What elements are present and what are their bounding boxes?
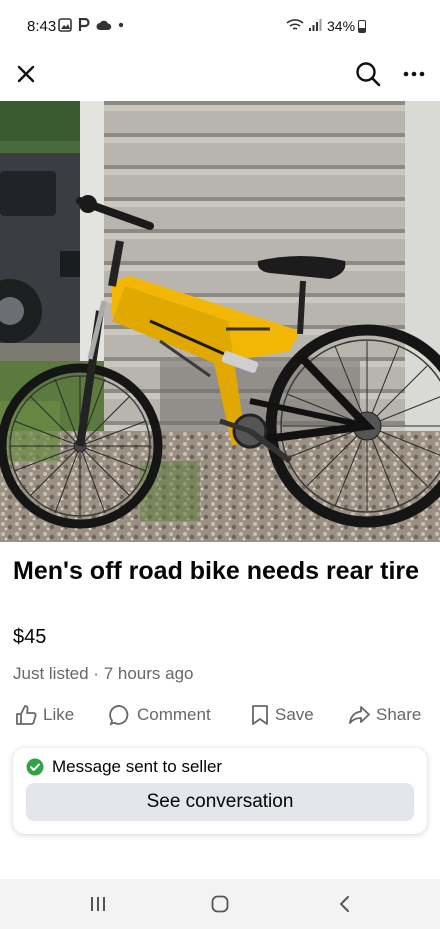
comment-label: Comment	[137, 705, 211, 724]
message-status: Message sent to seller	[26, 757, 222, 777]
battery-percent: 34%	[327, 18, 356, 34]
close-icon	[17, 65, 35, 83]
bookmark-icon	[252, 705, 268, 725]
comment-button[interactable]: Comment	[109, 700, 211, 730]
listing-title: Men's off road bike needs rear tire	[13, 557, 420, 585]
see-conversation-button[interactable]: See conversation	[26, 783, 414, 821]
back-icon	[340, 896, 349, 912]
share-button[interactable]: Share	[348, 700, 421, 730]
listing-time: Just listed · 7 hours ago	[13, 664, 194, 683]
wifi-icon	[286, 19, 304, 30]
cloud-icon	[96, 20, 112, 30]
close-button[interactable]	[8, 56, 44, 92]
gallery-icon	[58, 18, 72, 32]
status-left-icons	[58, 18, 124, 32]
like-button[interactable]: Like	[15, 700, 74, 730]
comment-icon	[109, 705, 129, 726]
search-button[interactable]	[350, 56, 386, 92]
listing-price: $45	[13, 626, 47, 648]
battery-icon	[358, 20, 366, 33]
like-label: Like	[43, 705, 75, 724]
status-right-icons	[286, 18, 322, 32]
action-bar: Like Comment Save Share	[0, 700, 440, 730]
thumbs-up-icon	[16, 705, 37, 725]
share-label: Share	[376, 705, 422, 724]
status-time: 8:43	[27, 18, 57, 35]
back-button[interactable]	[329, 891, 359, 917]
top-app-bar	[0, 52, 440, 102]
listing-photo[interactable]	[0, 101, 440, 542]
check-circle-icon	[26, 758, 44, 776]
p-icon	[78, 18, 90, 31]
android-nav-bar	[0, 879, 440, 929]
recents-button[interactable]	[83, 891, 113, 917]
save-button[interactable]: Save	[251, 700, 314, 730]
more-icon	[403, 71, 425, 77]
message-sent-card: Message sent to seller See conversation	[13, 748, 427, 834]
bike-photo-illustration	[0, 101, 440, 542]
share-icon	[349, 706, 370, 724]
message-status-text: Message sent to seller	[52, 757, 223, 776]
search-icon	[356, 62, 381, 87]
signal-icon	[309, 19, 322, 31]
home-icon	[211, 895, 229, 913]
status-bar: 8:43 34%	[0, 0, 440, 52]
dot-icon	[118, 22, 124, 28]
more-button[interactable]	[396, 56, 432, 92]
save-label: Save	[275, 705, 314, 724]
recents-icon	[91, 897, 105, 911]
home-button[interactable]	[205, 891, 235, 917]
